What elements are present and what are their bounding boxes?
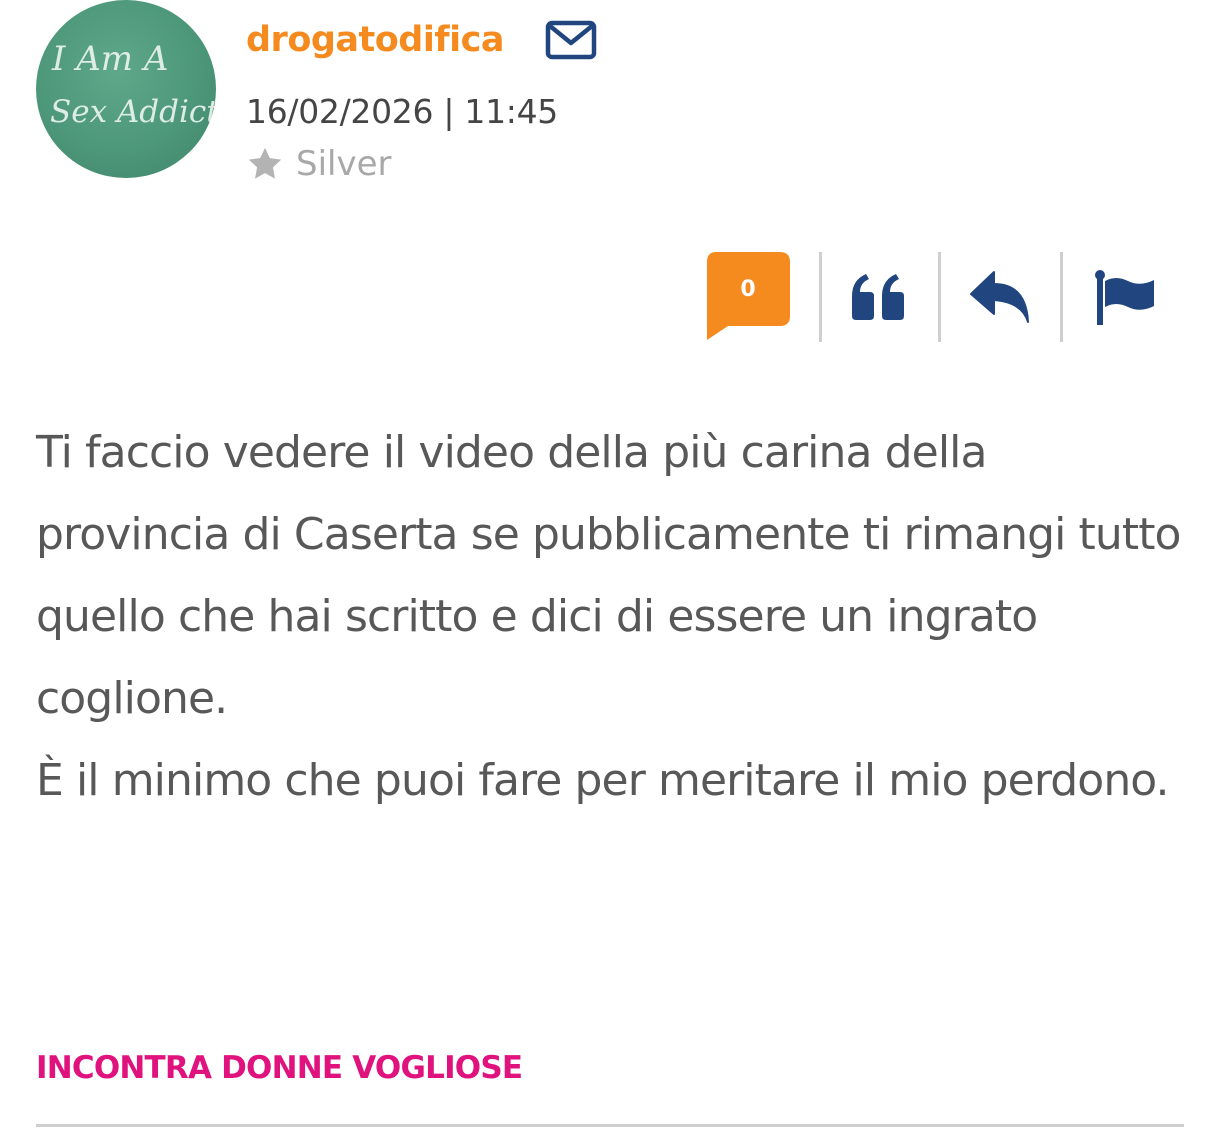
action-divider [819,252,822,342]
rank-label: Silver [296,144,392,184]
post-paragraph: È il minimo che puoi fare per meritare i… [36,755,1170,806]
post-datetime: 16/02/2026 | 11:45 [246,92,558,131]
promo-link[interactable]: INCONTRA DONNE VOGLIOSE [36,1046,523,1090]
avatar[interactable]: I Am A Sex Addict [36,0,216,178]
author-username-link[interactable]: drogatodifica [246,16,504,64]
like-count: 0 [740,277,756,302]
post-body: Ti faccio vedere il video della più cari… [36,412,1186,822]
action-divider [1060,252,1063,342]
avatar-text-line2: Sex Addict [50,94,216,130]
reply-arrow-icon [970,271,1029,323]
envelope-icon[interactable] [545,20,597,62]
bottom-divider [36,1124,1184,1127]
flag-icon [1095,270,1154,325]
reply-button[interactable] [966,262,1036,332]
quote-icon [852,274,904,320]
action-divider [938,252,941,342]
quote-button[interactable] [846,262,916,332]
star-icon [248,147,282,179]
report-button[interactable] [1090,262,1160,332]
avatar-text-line1: I Am A [51,39,168,79]
author-rank: Silver [246,140,392,188]
like-button[interactable]: 0 [706,252,790,340]
avatar-chalkboard-image: I Am A Sex Addict [50,39,216,130]
post-paragraph: Ti faccio vedere il video della più cari… [36,427,1181,724]
